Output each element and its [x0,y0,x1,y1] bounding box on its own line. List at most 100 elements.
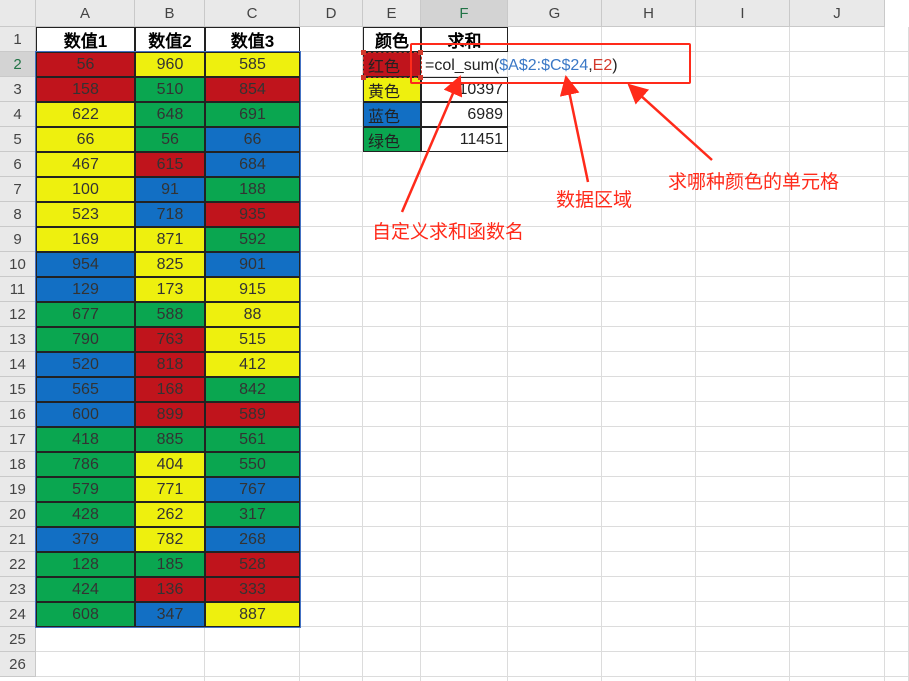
data-cell[interactable]: 412 [205,352,300,377]
data-cell[interactable]: 887 [205,602,300,627]
row-header-1[interactable]: 1 [0,27,36,52]
data-cell[interactable]: 262 [135,502,205,527]
row-header-22[interactable]: 22 [0,552,36,577]
data-cell[interactable]: 677 [36,302,135,327]
data-cell[interactable]: 901 [205,252,300,277]
data-cell[interactable]: 561 [205,427,300,452]
data-cell[interactable]: 185 [135,552,205,577]
data-cell[interactable]: 158 [36,77,135,102]
data-cell[interactable]: 66 [36,127,135,152]
data-cell[interactable]: 56 [36,52,135,77]
column-header-h[interactable]: H [602,0,696,27]
data-cell[interactable]: 418 [36,427,135,452]
data-cell[interactable]: 600 [36,402,135,427]
data-cell[interactable]: 588 [135,302,205,327]
data-cell[interactable]: 88 [205,302,300,327]
data-cell[interactable]: 954 [36,252,135,277]
data-cell[interactable]: 579 [36,477,135,502]
data-cell[interactable]: 818 [135,352,205,377]
data-cell[interactable]: 763 [135,327,205,352]
summary-color-label[interactable]: 绿色 [363,127,421,152]
row-header-5[interactable]: 5 [0,127,36,152]
row-header-14[interactable]: 14 [0,352,36,377]
row-header-9[interactable]: 9 [0,227,36,252]
data-cell[interactable]: 91 [135,177,205,202]
summary-color-label[interactable]: 蓝色 [363,102,421,127]
data-cell[interactable]: 782 [135,527,205,552]
row-header-3[interactable]: 3 [0,77,36,102]
data-cell[interactable]: 915 [205,277,300,302]
data-cell[interactable]: 136 [135,577,205,602]
row-header-6[interactable]: 6 [0,152,36,177]
data-cell[interactable]: 842 [205,377,300,402]
summary-sum-value[interactable]: 6989 [421,102,508,127]
data-cell[interactable]: 404 [135,452,205,477]
row-header-20[interactable]: 20 [0,502,36,527]
data-cell[interactable]: 899 [135,402,205,427]
data-cell[interactable]: 169 [36,227,135,252]
row-header-13[interactable]: 13 [0,327,36,352]
summary-sum-value[interactable]: 11451 [421,127,508,152]
data-cell[interactable]: 684 [205,152,300,177]
data-cell[interactable]: 718 [135,202,205,227]
data-cell[interactable]: 317 [205,502,300,527]
data-cell[interactable]: 129 [36,277,135,302]
data-cell[interactable]: 520 [36,352,135,377]
row-header-12[interactable]: 12 [0,302,36,327]
row-header-7[interactable]: 7 [0,177,36,202]
row-header-26[interactable]: 26 [0,652,36,677]
data-cell[interactable]: 100 [36,177,135,202]
column-header-d[interactable]: D [300,0,363,27]
data-cell[interactable]: 767 [205,477,300,502]
row-header-25[interactable]: 25 [0,627,36,652]
data-cell[interactable]: 854 [205,77,300,102]
column-header-c[interactable]: C [205,0,300,27]
data-cell[interactable]: 691 [205,102,300,127]
data-cell[interactable]: 168 [135,377,205,402]
data-cell[interactable]: 173 [135,277,205,302]
data-cell[interactable]: 515 [205,327,300,352]
data-cell[interactable]: 960 [135,52,205,77]
row-header-8[interactable]: 8 [0,202,36,227]
data-cell[interactable]: 771 [135,477,205,502]
data-cell[interactable]: 379 [36,527,135,552]
data-cell[interactable]: 608 [36,602,135,627]
data-cell[interactable]: 424 [36,577,135,602]
data-cell[interactable]: 467 [36,152,135,177]
data-cell[interactable]: 333 [205,577,300,602]
select-all-corner[interactable] [0,0,36,27]
data-cell[interactable]: 871 [135,227,205,252]
column-header-a[interactable]: A [36,0,135,27]
data-header-cell[interactable]: 数值2 [135,27,205,52]
row-header-10[interactable]: 10 [0,252,36,277]
data-cell[interactable]: 550 [205,452,300,477]
data-cell[interactable]: 585 [205,52,300,77]
column-header-i[interactable]: I [696,0,790,27]
data-cell[interactable]: 935 [205,202,300,227]
data-cell[interactable]: 648 [135,102,205,127]
data-cell[interactable]: 523 [36,202,135,227]
row-header-16[interactable]: 16 [0,402,36,427]
data-cell[interactable]: 790 [36,327,135,352]
data-cell[interactable]: 188 [205,177,300,202]
data-header-cell[interactable]: 数值3 [205,27,300,52]
data-cell[interactable]: 428 [36,502,135,527]
data-cell[interactable]: 347 [135,602,205,627]
row-header-11[interactable]: 11 [0,277,36,302]
row-header-19[interactable]: 19 [0,477,36,502]
row-header-15[interactable]: 15 [0,377,36,402]
row-header-2[interactable]: 2 [0,52,36,77]
column-header-e[interactable]: E [363,0,421,27]
data-cell[interactable]: 268 [205,527,300,552]
column-header-b[interactable]: B [135,0,205,27]
row-header-21[interactable]: 21 [0,527,36,552]
row-header-23[interactable]: 23 [0,577,36,602]
data-cell[interactable]: 589 [205,402,300,427]
column-header-g[interactable]: G [508,0,602,27]
data-cell[interactable]: 56 [135,127,205,152]
data-cell[interactable]: 510 [135,77,205,102]
data-cell[interactable]: 885 [135,427,205,452]
column-header-j[interactable]: J [790,0,885,27]
row-header-4[interactable]: 4 [0,102,36,127]
row-header-17[interactable]: 17 [0,427,36,452]
